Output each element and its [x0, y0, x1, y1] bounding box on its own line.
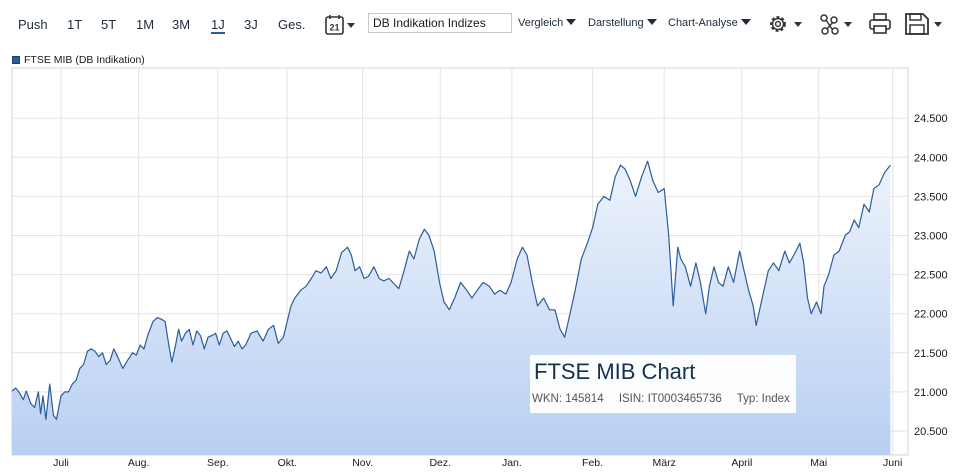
y-tick-label: 21.500 [914, 348, 948, 360]
x-tick-label: Mai [810, 457, 827, 469]
security-type: Typ: Index [736, 393, 790, 405]
x-tick-label: April [731, 457, 752, 469]
x-tick-label: Sep. [207, 457, 229, 469]
wkn: WKN: 145814 [532, 393, 604, 405]
y-tick-label: 23.500 [914, 191, 948, 203]
x-tick-label: Okt. [278, 457, 297, 469]
x-tick-label: März [653, 457, 676, 469]
x-tick-label: Juni [883, 457, 902, 469]
x-tick-label: Juli [53, 457, 69, 469]
y-tick-label: 20.500 [914, 426, 948, 438]
x-tick-label: Dez. [429, 457, 451, 469]
x-tick-label: Aug. [128, 457, 150, 469]
y-tick-label: 22.000 [914, 309, 948, 321]
y-tick-label: 24.000 [914, 152, 948, 164]
isin: ISIN: IT0003465736 [618, 393, 722, 405]
price-chart[interactable]: 20.500 21.000 21.500 22.000 22.500 23.000 23.5… [0, 0, 954, 472]
security-meta: WKN: 145814 ISIN: IT0003465736 Typ: Inde… [532, 393, 802, 405]
chart-title: FTSE MIB Chart [534, 359, 696, 384]
y-tick-label: 21.000 [914, 387, 948, 399]
y-tick-label: 22.500 [914, 270, 948, 282]
x-tick-label: Feb. [582, 457, 603, 469]
x-tick-label: Nov. [352, 457, 373, 469]
x-tick-label: Jan. [502, 457, 522, 469]
y-tick-label: 24.500 [914, 113, 948, 125]
y-tick-label: 23.000 [914, 231, 948, 243]
chart-info-box: FTSE MIB Chart WKN: 145814 ISIN: IT00034… [530, 355, 796, 413]
